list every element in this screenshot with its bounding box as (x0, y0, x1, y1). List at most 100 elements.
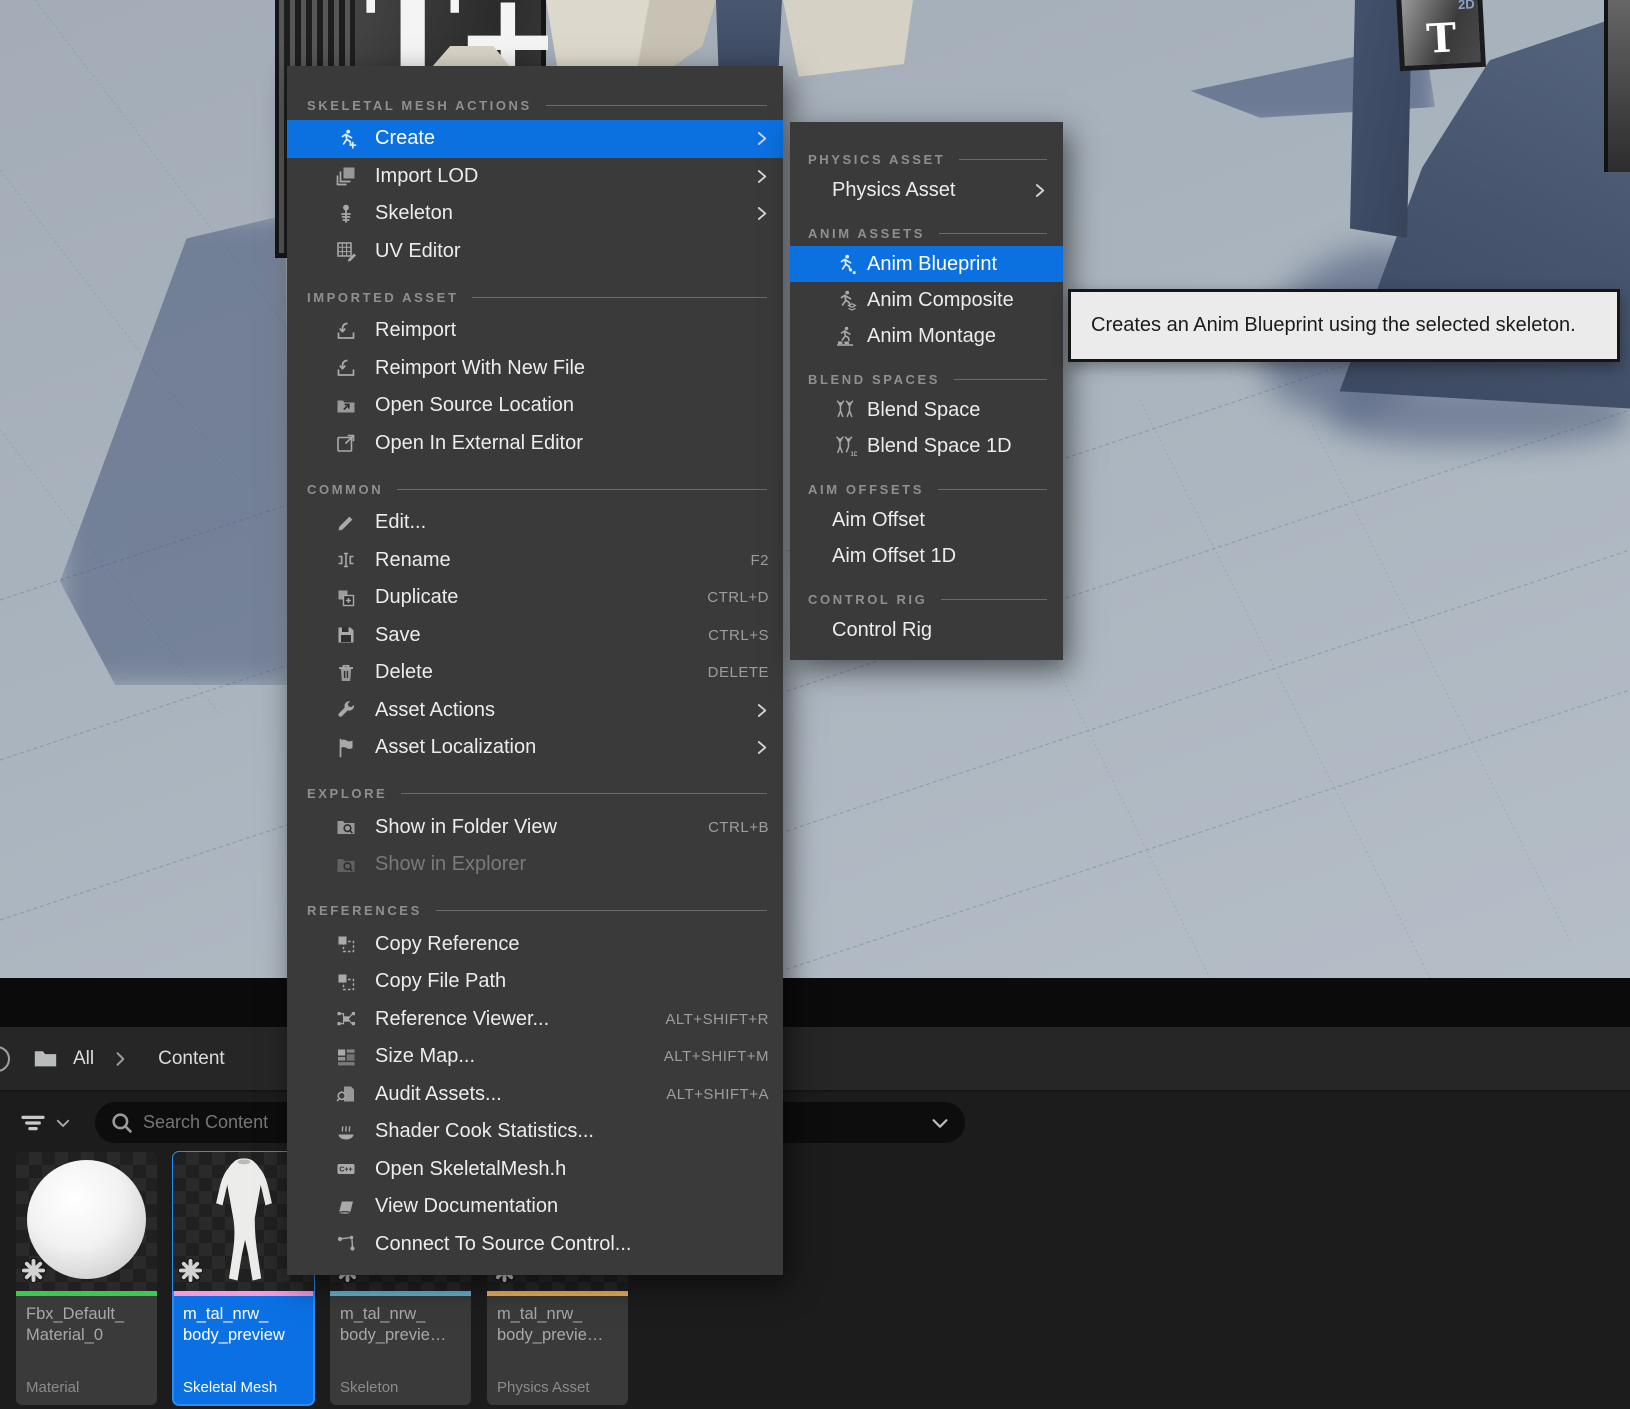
menu-item-uv-editor[interactable]: UV Editor (287, 233, 783, 271)
text3d-2d-label: 2D (1458, 0, 1475, 12)
beige-box-actor-2[interactable] (783, 0, 913, 80)
trash-icon (333, 661, 359, 685)
menu-item-audit-assets[interactable]: Audit Assets... ALT+SHIFT+A (287, 1076, 783, 1114)
filters-button[interactable] (18, 1108, 72, 1138)
menu-item-shortcut: DELETE (708, 664, 769, 681)
uv-grid-icon (333, 239, 359, 263)
text3d-2d-billboard[interactable]: T 2D (1396, 0, 1486, 71)
menu-item-duplicate[interactable]: DuplicateCTRL+D (287, 579, 783, 617)
menu-section-header-label: SKELETAL MESH ACTIONS (307, 98, 532, 113)
menu-item-anim-blueprint[interactable]: Anim Blueprint (790, 246, 1063, 282)
menu-item-label: Audit Assets... (375, 1083, 502, 1106)
menu-item-delete[interactable]: Delete DELETE (287, 654, 783, 692)
import-icon (333, 356, 359, 380)
menu-item-label: Aim Offset 1D (832, 545, 956, 568)
menu-item-label: UV Editor (375, 240, 461, 263)
menu-item-connect-to-source-control[interactable]: Connect To Source Control... (287, 1226, 783, 1264)
menu-item-asset-localization[interactable]: Asset Localization (287, 729, 783, 767)
folder-icon (32, 1045, 59, 1072)
menu-item-anim-montage[interactable]: Anim Montage (790, 318, 1063, 354)
asset-tile-fbx-default-material-0[interactable]: Fbx_Default_Material_0Material (16, 1152, 157, 1405)
tooltip: Creates an Anim Blueprint using the sele… (1068, 289, 1620, 362)
viewport-bottom-band (0, 978, 1630, 1027)
menu-item-show-in-explorer[interactable]: Show in Explorer (287, 846, 783, 884)
asset-label-area: m_tal_nrw_body_previe…Skeleton (330, 1296, 471, 1405)
menu-item-reimport-with-new-file[interactable]: Reimport With New File (287, 350, 783, 388)
menu-section-header-label: AIM OFFSETS (808, 482, 924, 497)
menu-item-control-rig[interactable]: Control Rig (790, 612, 1063, 648)
menu-item-physics-asset[interactable]: Physics Asset (790, 172, 1063, 208)
blend-space-1d-icon: 1D (832, 434, 858, 458)
wrench-icon (333, 698, 359, 722)
menu-item-label: Show in Folder View (375, 816, 557, 839)
section-divider-line (436, 910, 767, 911)
size-map-icon (333, 1045, 359, 1069)
settings-circle-icon[interactable] (0, 1046, 10, 1072)
menu-item-label: Delete (375, 661, 433, 684)
section-divider-line (401, 793, 767, 794)
menu-item-import-lod[interactable]: Import LOD (287, 158, 783, 196)
breadcrumb-path-content[interactable]: Content (158, 1048, 225, 1070)
section-divider-line (939, 233, 1047, 234)
menu-section-header-label: IMPORTED ASSET (307, 290, 458, 305)
menu-section-header: REFERENCES (287, 884, 783, 926)
menu-item-skeleton[interactable]: Skeleton (287, 195, 783, 233)
menu-section-header-label: CONTROL RIG (808, 592, 927, 607)
menu-item-label: Asset Localization (375, 736, 536, 759)
menu-item-shader-cook-statistics[interactable]: Shader Cook Statistics... (287, 1113, 783, 1151)
breadcrumb-root[interactable]: All (73, 1048, 94, 1070)
menu-item-label: Blend Space 1D (867, 435, 1012, 458)
skeletal-mesh-context-menu: SKELETAL MESH ACTIONS Create Import LODSke… (287, 66, 783, 1275)
menu-section-header: PHYSICS ASSET (790, 134, 1063, 172)
menu-item-size-map[interactable]: Size Map...ALT+SHIFT+M (287, 1038, 783, 1076)
submenu-arrow-icon (757, 740, 769, 755)
node-graph-icon (333, 1007, 359, 1031)
billboard-cast-shadow (60, 215, 290, 685)
asset-name: Fbx_Default_Material_0 (26, 1304, 147, 1347)
menu-item-rename[interactable]: RenameF2 (287, 542, 783, 580)
submenu-arrow-icon (757, 131, 769, 146)
menu-section-header: COMMON (287, 462, 783, 504)
menu-item-create[interactable]: Create (287, 120, 783, 158)
menu-section-header-label: ANIM ASSETS (808, 226, 925, 241)
menu-item-blend-space-1d[interactable]: 1D Blend Space 1D (790, 428, 1063, 464)
section-divider-line (546, 105, 767, 106)
flag-icon (333, 736, 359, 760)
anim-composite-icon (832, 288, 858, 312)
content-browser-breadcrumb-bar: All Content (0, 1027, 1630, 1092)
floppy-icon (333, 623, 359, 647)
book-icon (333, 1195, 359, 1219)
text3d-t-glyph: T (1402, 13, 1480, 64)
menu-item-blend-space[interactable]: Blend Space (790, 392, 1063, 428)
person-run-plus-icon (333, 127, 359, 151)
menu-item-reimport[interactable]: Reimport (287, 312, 783, 350)
menu-item-open-source-location[interactable]: Open Source Location (287, 387, 783, 425)
menu-item-label: Create (375, 127, 435, 150)
blend-space-icon (832, 398, 858, 422)
menu-item-reference-viewer[interactable]: Reference Viewer...ALT+SHIFT+R (287, 1001, 783, 1039)
menu-item-save[interactable]: SaveCTRL+S (287, 617, 783, 655)
section-divider-line (941, 599, 1047, 600)
menu-item-label: Rename (375, 549, 451, 572)
search-combo-chevron-icon[interactable] (929, 1112, 951, 1134)
menu-item-shortcut: CTRL+D (707, 589, 769, 606)
menu-item-copy-file-path[interactable]: Copy File Path (287, 963, 783, 1001)
external-link-icon (333, 431, 359, 455)
menu-item-copy-reference[interactable]: Copy Reference (287, 926, 783, 964)
menu-item-open-skeletalmesh-h[interactable]: C++Open SkeletalMesh.h (287, 1151, 783, 1189)
cpp-icon: C++ (333, 1157, 359, 1181)
menu-section-header: BLEND SPACES (790, 354, 1063, 392)
menu-item-anim-composite[interactable]: Anim Composite (790, 282, 1063, 318)
branch-icon (333, 1232, 359, 1256)
menu-item-edit[interactable]: Edit... (287, 504, 783, 542)
menu-item-shortcut: CTRL+S (708, 627, 769, 644)
menu-item-show-in-folder-view[interactable]: Show in Folder ViewCTRL+B (287, 809, 783, 847)
menu-item-aim-offset-1d[interactable]: Aim Offset 1D (790, 538, 1063, 574)
menu-item-shortcut: ALT+SHIFT+A (666, 1086, 769, 1103)
menu-item-aim-offset[interactable]: Aim Offset (790, 502, 1063, 538)
menu-item-open-in-external-editor[interactable]: Open In External Editor (287, 425, 783, 463)
menu-item-asset-actions[interactable]: Asset Actions (287, 692, 783, 730)
asset-name-line1: m_tal_nrw_ (340, 1305, 425, 1323)
menu-item-view-documentation[interactable]: View Documentation (287, 1188, 783, 1226)
menu-item-label: Open In External Editor (375, 432, 583, 455)
